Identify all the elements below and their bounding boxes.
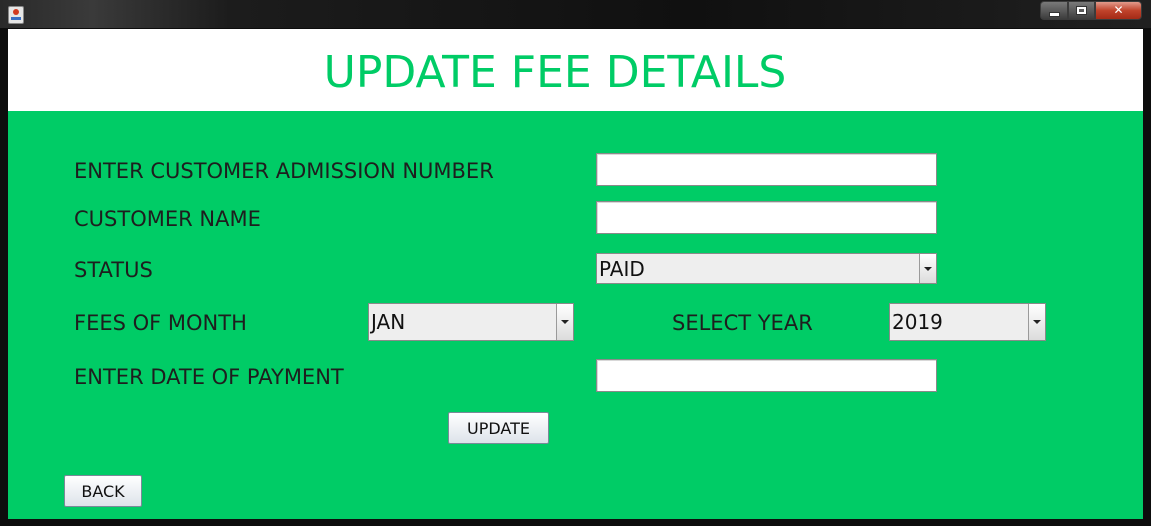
payment-date-label: ENTER DATE OF PAYMENT <box>74 365 344 389</box>
minimize-button[interactable] <box>1040 1 1068 20</box>
status-label: STATUS <box>74 258 153 282</box>
main-panel: UPDATE FEE DETAILS ENTER CUSTOMER ADMISS… <box>8 29 1143 519</box>
month-label: FEES OF MONTH <box>74 311 247 335</box>
month-selected-value: JAN <box>371 310 406 334</box>
java-app-icon <box>8 6 24 24</box>
page-title: UPDATE FEE DETAILS <box>323 47 787 98</box>
chevron-down-icon[interactable] <box>1028 304 1045 340</box>
customer-name-label: CUSTOMER NAME <box>74 207 261 231</box>
admission-number-input[interactable] <box>596 153 937 186</box>
maximize-button[interactable] <box>1068 1 1095 20</box>
year-selected-value: 2019 <box>892 310 943 334</box>
year-dropdown[interactable]: 2019 <box>889 303 1046 341</box>
admission-number-label: ENTER CUSTOMER ADMISSION NUMBER <box>74 159 494 183</box>
customer-name-input[interactable] <box>596 201 937 234</box>
maximize-icon <box>1076 6 1087 15</box>
back-button[interactable]: BACK <box>64 475 142 507</box>
app-window: ✕ UPDATE FEE DETAILS ENTER CUSTOMER ADMI… <box>0 0 1151 526</box>
update-button[interactable]: UPDATE <box>448 412 549 444</box>
minimize-icon <box>1048 12 1060 17</box>
close-button[interactable]: ✕ <box>1095 1 1142 20</box>
chevron-down-icon[interactable] <box>919 254 936 283</box>
year-label: SELECT YEAR <box>672 311 813 335</box>
status-dropdown[interactable]: PAID <box>596 253 937 284</box>
title-bar[interactable]: ✕ <box>0 0 1151 28</box>
month-dropdown[interactable]: JAN <box>368 303 574 341</box>
chevron-down-icon[interactable] <box>556 304 573 340</box>
payment-date-input[interactable] <box>596 359 937 392</box>
close-icon: ✕ <box>1113 3 1124 17</box>
status-selected-value: PAID <box>599 256 645 281</box>
header-panel: UPDATE FEE DETAILS <box>8 29 1143 111</box>
